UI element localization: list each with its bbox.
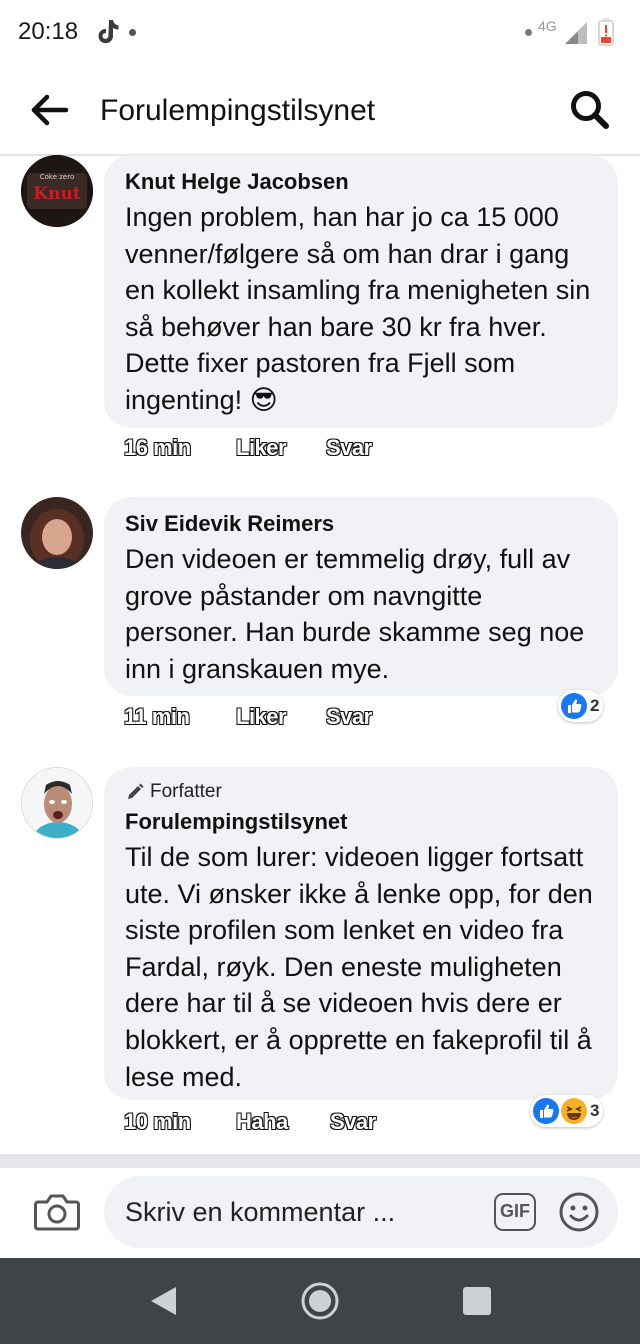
- page-title: Forulempingstilsynet: [100, 94, 376, 127]
- camera-icon[interactable]: [34, 1192, 80, 1232]
- battery-low-icon: [598, 18, 614, 46]
- comment-bubble[interactable]: Siv Eidevik Reimers Den videoen er temme…: [104, 497, 618, 696]
- reaction-summary[interactable]: 2: [558, 690, 604, 722]
- comment-time: 16 min: [124, 435, 192, 461]
- status-bar: 20:18 4G: [0, 0, 640, 66]
- avatar-forulempingstilsynet-image: [22, 768, 92, 838]
- app-header: Forulempingstilsynet: [0, 66, 640, 156]
- tiktok-icon: [98, 20, 119, 44]
- like-button[interactable]: Liker: [235, 435, 287, 461]
- comment-composer: Skriv en kommentar ... GIF: [0, 1168, 640, 1258]
- svg-text:Coke zero: Coke zero: [40, 173, 75, 181]
- author-badge-label: Forfatter: [150, 781, 222, 802]
- reaction-summary[interactable]: 3: [530, 1095, 604, 1127]
- comment-input-placeholder: Skriv en kommentar ...: [125, 1197, 396, 1227]
- like-button[interactable]: Liker: [235, 704, 287, 730]
- emoji-icon[interactable]: [558, 1191, 600, 1233]
- reaction-count: 2: [590, 696, 600, 715]
- comment-author[interactable]: Knut Helge Jacobsen: [125, 167, 598, 197]
- reply-button[interactable]: Svar: [326, 435, 373, 461]
- system-nav-bar: [0, 1258, 640, 1344]
- avatar-knut-image: Coke zero Knut: [21, 155, 93, 227]
- comment-input[interactable]: Skriv en kommentar ... GIF: [104, 1176, 618, 1248]
- author-badge: Forfatter: [125, 779, 598, 805]
- comment-time: 11 min: [123, 704, 190, 730]
- avatar[interactable]: [21, 767, 93, 839]
- signal-icon: [565, 22, 587, 44]
- status-time: 20:18: [18, 18, 79, 45]
- nav-recents-icon[interactable]: [463, 1287, 491, 1315]
- comment-text: Ingen problem, han har jo ca 15 000 venn…: [125, 202, 591, 415]
- comment-text: Til de som lurer: videoen ligger fortsat…: [125, 842, 593, 1092]
- reply-button[interactable]: Svar: [326, 704, 373, 730]
- search-icon[interactable]: [568, 88, 612, 132]
- data-activity-dot-icon: [525, 29, 532, 36]
- haha-button[interactable]: Haha: [236, 1109, 289, 1135]
- avatar-label: Knut: [33, 184, 80, 204]
- gif-button[interactable]: GIF: [494, 1193, 536, 1231]
- arrow-left-icon[interactable]: [30, 92, 70, 128]
- notification-dot-icon: [129, 29, 136, 36]
- pencil-icon: [128, 783, 144, 799]
- composer-separator: [0, 1154, 640, 1168]
- like-icon: [561, 693, 587, 719]
- comment-author[interactable]: Siv Eidevik Reimers: [125, 509, 598, 539]
- comment-text: Den videoen er temmelig drøy, full av gr…: [125, 544, 585, 684]
- avatar-siv-image: [21, 497, 93, 569]
- haha-icon: [561, 1098, 587, 1124]
- comment-author[interactable]: Forulempingstilsynet: [125, 807, 598, 837]
- reply-button[interactable]: Svar: [330, 1109, 377, 1135]
- comment-time: 10 min: [124, 1109, 192, 1135]
- comment-bubble[interactable]: Knut Helge Jacobsen Ingen problem, han h…: [104, 155, 618, 428]
- like-icon: [533, 1098, 559, 1124]
- nav-back-icon[interactable]: [148, 1284, 178, 1318]
- avatar[interactable]: [21, 497, 93, 569]
- reaction-count: 3: [590, 1101, 600, 1120]
- comment-bubble[interactable]: Forfatter Forulempingstilsynet Til de so…: [104, 767, 618, 1100]
- network-type: 4G: [538, 18, 557, 34]
- nav-home-icon[interactable]: [300, 1281, 340, 1321]
- avatar[interactable]: Coke zero Knut: [21, 155, 93, 227]
